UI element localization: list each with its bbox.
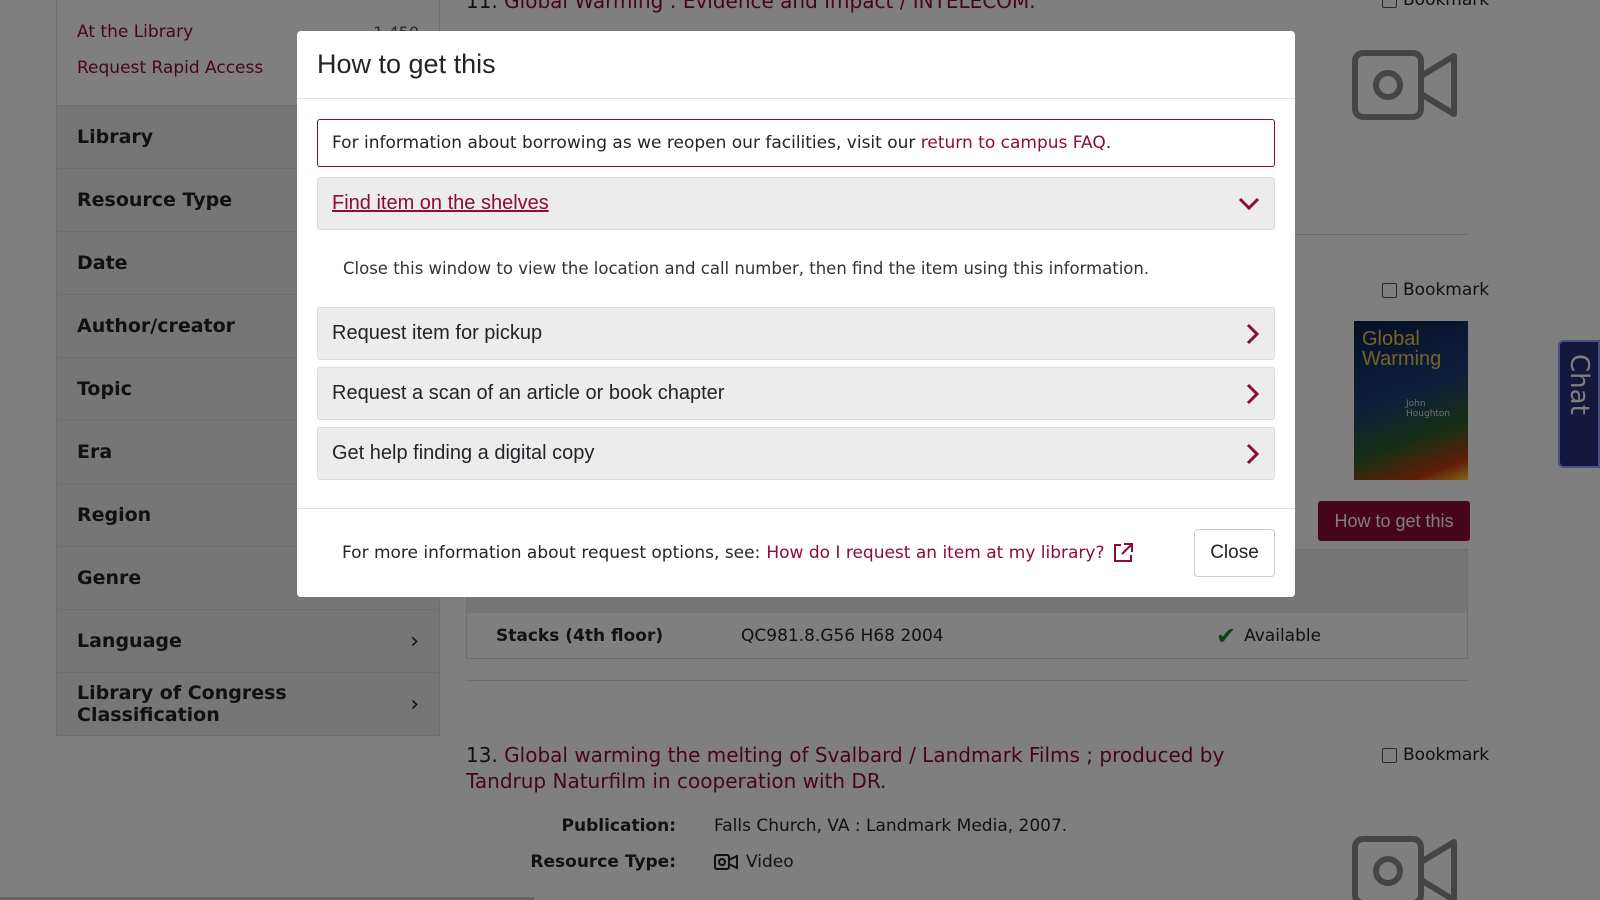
return-to-campus-faq-link[interactable]: return to campus FAQ: [921, 133, 1106, 153]
modal-footer: For more information about request optio…: [297, 508, 1295, 597]
option-label: Get help finding a digital copy: [332, 442, 595, 464]
chevron-right-icon: [1246, 443, 1260, 464]
chevron-right-icon: [1246, 323, 1260, 344]
option-digital-copy-help[interactable]: Get help finding a digital copy: [317, 427, 1275, 480]
option-request-pickup[interactable]: Request item for pickup: [317, 307, 1275, 360]
notice-end: .: [1105, 133, 1112, 153]
close-button[interactable]: Close: [1194, 529, 1275, 577]
request-options-info: For more information about request optio…: [342, 541, 1135, 565]
external-link-icon[interactable]: [1111, 541, 1135, 565]
campus-notice: For information about borrowing as we re…: [317, 119, 1275, 167]
request-help-link[interactable]: How do I request an item at my library?: [766, 543, 1104, 563]
footer-text: For more information about request optio…: [342, 543, 761, 563]
option-find-content: Close this window to view the location a…: [343, 259, 1150, 278]
how-to-get-this-modal: How to get this For information about bo…: [297, 31, 1295, 597]
option-find-on-shelves[interactable]: Find item on the shelves: [317, 177, 1275, 230]
option-label[interactable]: Find item on the shelves: [332, 192, 549, 215]
notice-text: For information about borrowing as we re…: [332, 133, 916, 153]
option-label: Request item for pickup: [332, 322, 543, 344]
chevron-right-icon: [1246, 383, 1260, 404]
modal-header: How to get this: [297, 31, 1295, 99]
option-label: Request a scan of an article or book cha…: [332, 382, 725, 404]
modal-title: How to get this: [317, 49, 496, 79]
modal-body: For information about borrowing as we re…: [297, 99, 1295, 480]
chevron-down-icon: [1238, 197, 1260, 210]
option-request-scan[interactable]: Request a scan of an article or book cha…: [317, 367, 1275, 420]
